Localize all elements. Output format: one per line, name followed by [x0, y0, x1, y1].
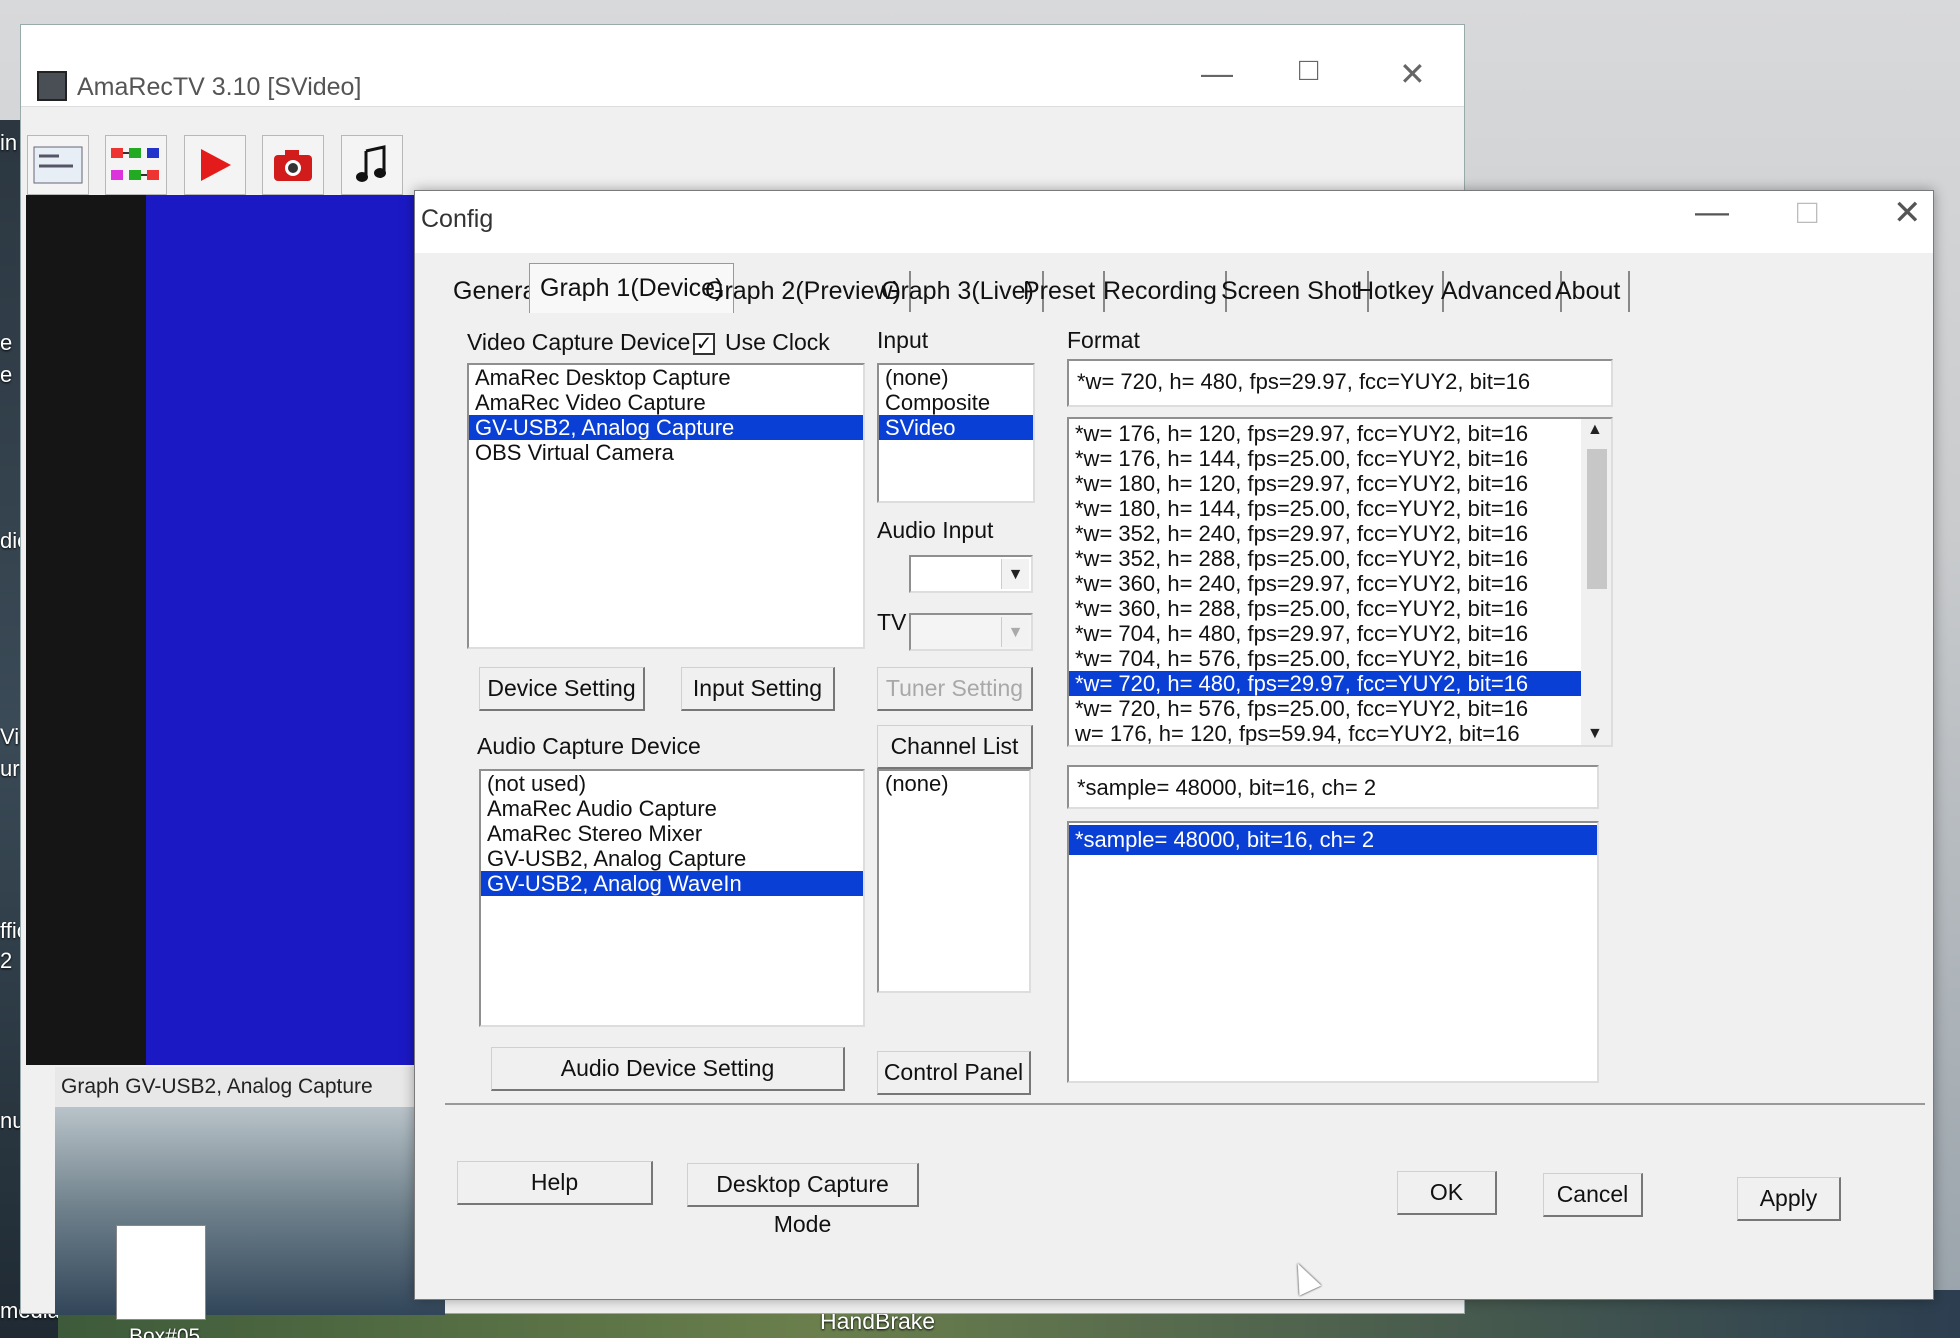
control-panel-button[interactable]: Control Panel — [877, 1051, 1031, 1095]
input-label: Input — [877, 327, 929, 353]
amarectv-app-icon — [37, 71, 67, 101]
use-clock-checkbox[interactable]: ✓ — [693, 333, 715, 355]
list-item[interactable]: GV-USB2, Analog Capture — [481, 846, 863, 871]
tab-screen-shot[interactable]: Screen Shot — [1213, 271, 1369, 312]
video-capture-device-label: Video Capture Device — [467, 329, 691, 355]
box-desktop-label: Box#05 — [129, 1325, 201, 1338]
minimize-icon[interactable]: — — [1695, 193, 1729, 232]
audio-input-select[interactable]: ▼ — [909, 555, 1033, 593]
list-item-selected[interactable]: GV-USB2, Analog WaveIn — [481, 871, 863, 896]
list-item[interactable]: AmaRec Stereo Mixer — [481, 821, 863, 846]
list-item[interactable]: OBS Virtual Camera — [469, 440, 863, 465]
list-item[interactable]: *w= 704, h= 576, fps=25.00, fcc=YUY2, bi… — [1069, 646, 1581, 671]
desktop-label: e — [0, 330, 13, 355]
audio-format-current-field[interactable]: *sample= 48000, bit=16, ch= 2 — [1067, 765, 1599, 809]
list-item[interactable]: AmaRec Audio Capture — [481, 796, 863, 821]
tab-about[interactable]: About — [1547, 271, 1631, 312]
list-item-selected[interactable]: *sample= 48000, bit=16, ch= 2 — [1069, 825, 1597, 855]
list-item[interactable]: (none) — [879, 365, 1033, 390]
list-item[interactable]: Composite — [879, 390, 1033, 415]
cancel-button[interactable]: Cancel — [1543, 1173, 1643, 1217]
list-item[interactable]: *w= 720, h= 576, fps=25.00, fcc=YUY2, bi… — [1069, 696, 1581, 721]
list-item[interactable]: AmaRec Video Capture — [469, 390, 863, 415]
desktop-label: e — [0, 362, 13, 387]
audio-input-list[interactable]: (none) — [877, 769, 1031, 993]
format-current-field[interactable]: *w= 720, h= 480, fps=29.97, fcc=YUY2, bi… — [1067, 359, 1613, 407]
config-icon[interactable] — [27, 135, 89, 195]
play-icon[interactable] — [184, 135, 246, 195]
tab-advanced[interactable]: Advanced — [1433, 271, 1563, 312]
wallpaper-marina — [55, 1107, 445, 1315]
audio-format-list[interactable]: *sample= 48000, bit=16, ch= 2 — [1067, 821, 1599, 1083]
maximize-icon[interactable]: □ — [1797, 193, 1818, 232]
tab-hotkey[interactable]: Hotkey — [1348, 271, 1444, 312]
desktop-label: 2 — [0, 948, 13, 973]
graph-caption: Graph GV-USB2, Analog Capture — [55, 1067, 445, 1107]
graph1-device-panel: Video Capture Device ✓ Use Clock AmaRec … — [445, 313, 1925, 1213]
desktop-label: in — [0, 130, 18, 155]
tab-recording[interactable]: Recording — [1095, 271, 1227, 312]
chevron-down-icon[interactable]: ▼ — [1587, 725, 1603, 743]
list-item[interactable]: *w= 180, h= 120, fps=29.97, fcc=YUY2, bi… — [1069, 471, 1581, 496]
list-item-selected[interactable]: SVideo — [879, 415, 1033, 440]
video-capture-device-list[interactable]: AmaRec Desktop Capture AmaRec Video Capt… — [467, 363, 865, 649]
list-item[interactable]: *w= 352, h= 240, fps=29.97, fcc=YUY2, bi… — [1069, 521, 1581, 546]
device-setting-button[interactable]: Device Setting — [479, 667, 645, 711]
video-preview-blue-frame — [146, 195, 441, 1065]
list-item[interactable]: *w= 360, h= 288, fps=25.00, fcc=YUY2, bi… — [1069, 596, 1581, 621]
audio-input-label: Audio Input — [877, 517, 994, 543]
chevron-down-icon[interactable]: ▼ — [1001, 559, 1029, 589]
use-clock-label: Use Clock — [725, 329, 830, 355]
tab-preset[interactable]: Preset — [1015, 271, 1106, 312]
config-titlebar: Config — □ ✕ — [415, 191, 1933, 253]
config-tabs: General Graph 1(Device) Graph 2(Preview)… — [445, 261, 1925, 317]
ok-button[interactable]: OK — [1397, 1171, 1497, 1215]
list-item[interactable]: *w= 180, h= 144, fps=25.00, fcc=YUY2, bi… — [1069, 496, 1581, 521]
list-item[interactable]: *w= 176, h= 120, fps=29.97, fcc=YUY2, bi… — [1069, 421, 1581, 446]
graph-icon[interactable] — [105, 135, 167, 195]
audio-capture-device-list[interactable]: (not used) AmaRec Audio Capture AmaRec S… — [479, 769, 865, 1027]
list-item[interactable]: *w= 704, h= 480, fps=29.97, fcc=YUY2, bi… — [1069, 621, 1581, 646]
list-item[interactable]: *w= 360, h= 240, fps=29.97, fcc=YUY2, bi… — [1069, 571, 1581, 596]
apply-button[interactable]: Apply — [1737, 1177, 1841, 1221]
input-setting-button[interactable]: Input Setting — [681, 667, 835, 711]
config-title: Config — [421, 205, 494, 233]
music-note-icon[interactable] — [341, 135, 403, 195]
list-item[interactable]: *w= 352, h= 288, fps=25.00, fcc=YUY2, bi… — [1069, 546, 1581, 571]
channel-list-button[interactable]: Channel List — [877, 725, 1033, 769]
camera-icon[interactable] — [262, 135, 324, 195]
main-window-title: AmaRecTV 3.10 [SVideo] — [77, 73, 362, 101]
list-item[interactable]: (not used) — [481, 771, 863, 796]
chevron-down-icon: ▼ — [1001, 617, 1029, 647]
format-scrollbar[interactable]: ▲ ▼ — [1581, 419, 1611, 745]
list-item[interactable]: *w= 176, h= 144, fps=25.00, fcc=YUY2, bi… — [1069, 446, 1581, 471]
list-item[interactable]: AmaRec Desktop Capture — [469, 365, 863, 390]
list-item-selected[interactable]: GV-USB2, Analog Capture — [469, 415, 863, 440]
audio-device-setting-button[interactable]: Audio Device Setting — [491, 1047, 845, 1091]
chevron-up-icon[interactable]: ▲ — [1587, 421, 1603, 439]
minimize-icon[interactable]: — — [1201, 55, 1233, 92]
tv-label: TV — [877, 609, 907, 635]
format-list[interactable]: *w= 176, h= 120, fps=29.97, fcc=YUY2, bi… — [1067, 417, 1613, 747]
audio-capture-device-label: Audio Capture Device — [477, 733, 701, 759]
close-icon[interactable]: ✕ — [1399, 55, 1426, 93]
maximize-icon[interactable]: □ — [1299, 51, 1318, 88]
close-icon[interactable]: ✕ — [1893, 193, 1922, 233]
document-icon[interactable] — [116, 1225, 206, 1320]
config-dialog: Config — □ ✕ General Graph 1(Device) Gra… — [414, 190, 1934, 1300]
separator — [445, 1103, 1925, 1105]
main-titlebar: AmaRecTV 3.10 [SVideo] — □ ✕ — [21, 25, 1464, 107]
desktop-capture-mode-button[interactable]: Desktop Capture Mode — [687, 1163, 919, 1237]
input-list[interactable]: (none) Composite SVideo — [877, 363, 1035, 503]
list-item[interactable]: (none) — [879, 771, 1029, 796]
list-item[interactable]: w= 176, h= 120, fps=59.94, fcc=YUY2, bit… — [1069, 721, 1581, 745]
list-item-selected[interactable]: *w= 720, h= 480, fps=29.97, fcc=YUY2, bi… — [1069, 671, 1581, 696]
tv-select[interactable]: ▼ — [909, 613, 1033, 651]
format-label: Format — [1067, 327, 1140, 353]
tuner-setting-button: Tuner Setting — [877, 667, 1033, 711]
help-button[interactable]: Help — [457, 1161, 653, 1205]
scrollbar-thumb[interactable] — [1587, 449, 1607, 589]
